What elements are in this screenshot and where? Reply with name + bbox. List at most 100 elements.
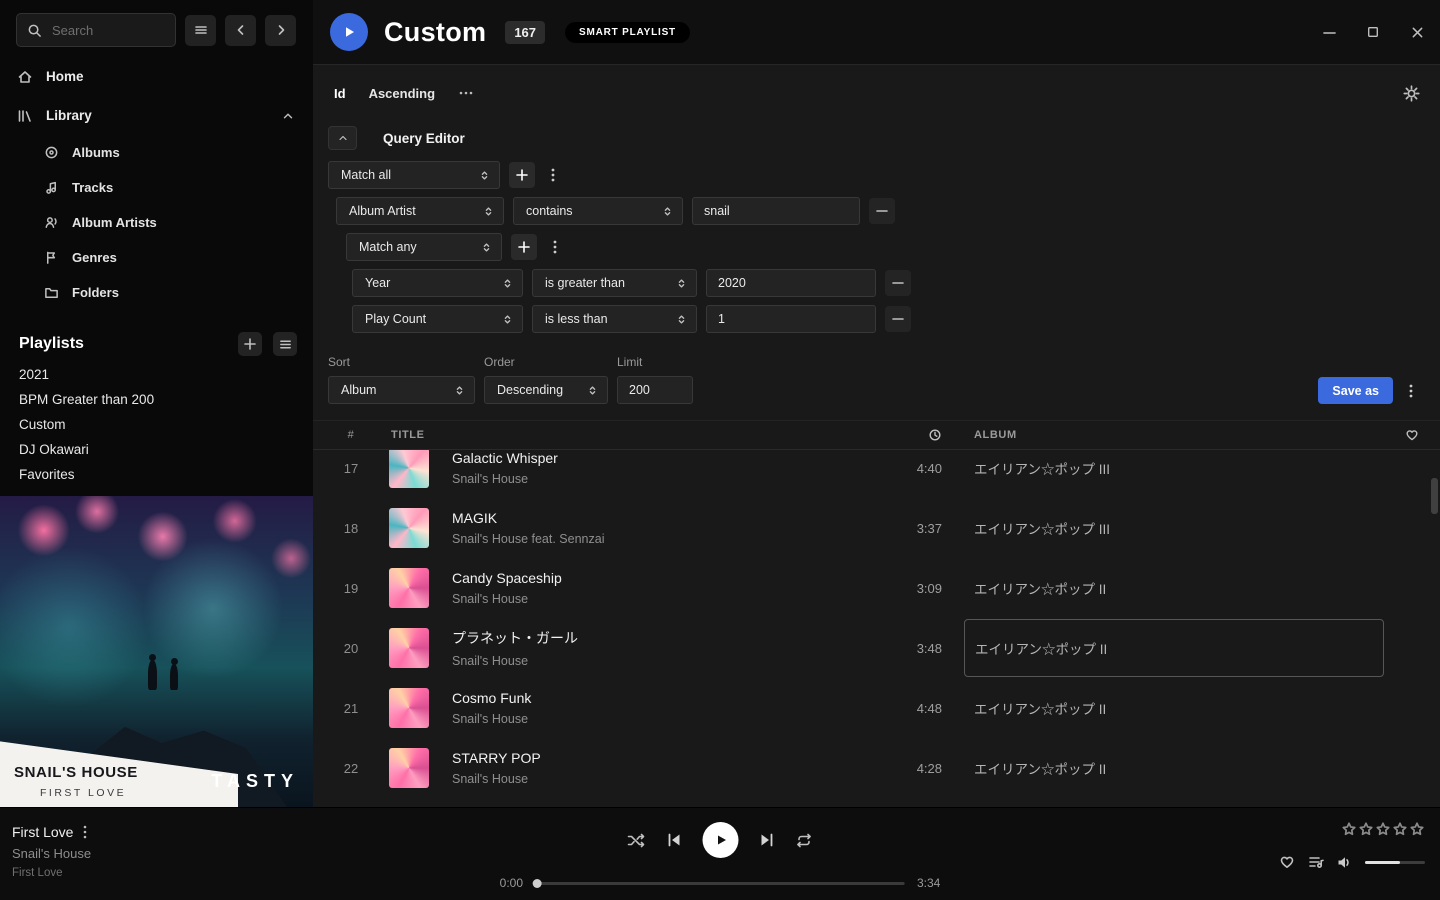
nav-forward-button[interactable] [265, 15, 296, 46]
table-row[interactable]: 22 STARRY POP Snail's House 4:28 エイリアン☆ポ… [329, 738, 1440, 798]
maximize-button[interactable] [1362, 21, 1384, 43]
unfold-icon [662, 204, 673, 219]
playlist-list-button[interactable] [273, 332, 297, 356]
search-box[interactable] [16, 13, 176, 47]
column-title[interactable]: TITLE [373, 429, 894, 441]
rule-field-select[interactable]: Album Artist [336, 197, 504, 225]
seek-handle[interactable] [533, 879, 542, 888]
play-playlist-button[interactable] [330, 13, 368, 51]
remove-rule-button[interactable] [869, 198, 895, 224]
playlist-item-dj-okawari[interactable]: DJ Okawari [0, 437, 313, 462]
menu-button[interactable] [185, 15, 216, 46]
limit-input[interactable] [617, 376, 693, 404]
repeat-icon[interactable] [796, 833, 813, 848]
sort-direction-button[interactable]: Ascending [369, 86, 435, 101]
match-any-select[interactable]: Match any [346, 233, 502, 261]
next-track-icon[interactable] [760, 833, 775, 847]
album-art-thumbnail [389, 508, 429, 548]
queue-icon[interactable] [1308, 854, 1324, 870]
sidebar-item-album-artists[interactable]: Album Artists [0, 205, 313, 240]
rule-value-input[interactable] [692, 197, 860, 225]
rule-value-input[interactable] [706, 269, 876, 297]
remove-rule-button[interactable] [885, 306, 911, 332]
column-like[interactable] [1384, 428, 1440, 442]
collapse-query-editor-button[interactable] [328, 126, 357, 150]
add-rule-button[interactable] [509, 162, 535, 188]
favorite-heart-icon[interactable] [1279, 854, 1295, 870]
search-input[interactable] [50, 22, 164, 39]
query-rule-row: Album Artist contains [336, 197, 1440, 225]
rule-operator-select[interactable]: is less than [532, 305, 697, 333]
star-icon[interactable] [1393, 822, 1407, 836]
remove-rule-button[interactable] [885, 270, 911, 296]
sort-select[interactable]: Album [328, 376, 475, 404]
search-icon [27, 23, 42, 38]
track-duration: 3:37 [894, 521, 964, 536]
kebab-icon [1409, 383, 1413, 399]
star-icon[interactable] [1342, 822, 1356, 836]
rule-operator-select[interactable]: is greater than [532, 269, 697, 297]
table-row[interactable]: 19 Candy Spaceship Snail's House 3:09 エイ… [329, 558, 1440, 618]
sidebar-item-tracks[interactable]: Tracks [0, 170, 313, 205]
playlist-item-favorites[interactable]: Favorites [0, 462, 313, 487]
volume-icon[interactable] [1337, 855, 1352, 870]
table-row[interactable]: 20 プラネット・ガール Snail's House 3:48 エイリアン☆ポッ… [329, 618, 1440, 678]
sidebar-item-albums[interactable]: Albums [0, 135, 313, 170]
save-menu-button[interactable] [1402, 378, 1420, 404]
table-row[interactable]: 17 Galactic Whisper Snail's House 4:40 エ… [329, 450, 1440, 498]
column-album[interactable]: ALBUM [964, 429, 1384, 441]
sidebar-item-genres[interactable]: Genres [0, 240, 313, 275]
play-pause-button[interactable] [703, 822, 739, 858]
rule-operator-select[interactable]: contains [513, 197, 683, 225]
star-icon[interactable] [1410, 822, 1424, 836]
order-label: Order [484, 355, 608, 369]
minimize-button[interactable] [1318, 21, 1340, 43]
playlists-title: Playlists [19, 335, 227, 353]
close-button[interactable] [1406, 21, 1428, 43]
add-playlist-button[interactable] [238, 332, 262, 356]
table-row[interactable]: 18 MAGIK Snail's House feat. Sennzai 3:3… [329, 498, 1440, 558]
rule-field-select[interactable]: Year [352, 269, 523, 297]
sidebar-item-label: Library [46, 108, 92, 123]
group-menu-button[interactable] [544, 162, 562, 188]
rule-field-select[interactable]: Play Count [352, 305, 523, 333]
nav-back-button[interactable] [225, 15, 256, 46]
star-icon[interactable] [1376, 822, 1390, 836]
player-bar: First Love Snail's House First Love [0, 807, 1440, 900]
track-duration: 4:40 [894, 461, 964, 476]
smart-playlist-badge: SMART PLAYLIST [565, 22, 690, 43]
chevron-right-icon [273, 22, 289, 38]
transport-controls [628, 822, 813, 858]
shuffle-icon[interactable] [628, 833, 646, 848]
track-menu-icon[interactable] [83, 825, 87, 839]
track-album-focused-cell[interactable]: エイリアン☆ポップ II [964, 619, 1384, 677]
table-row[interactable]: 21 Cosmo Funk Snail's House 4:48 エイリアン☆ポ… [329, 678, 1440, 738]
table-body: 17 Galactic Whisper Snail's House 4:40 エ… [313, 450, 1440, 802]
column-index[interactable]: # [329, 429, 373, 441]
sort-field-button[interactable]: Id [334, 86, 346, 101]
sidebar-item-folders[interactable]: Folders [0, 275, 313, 310]
add-subrule-button[interactable] [511, 234, 537, 260]
subgroup-menu-button[interactable] [546, 234, 564, 260]
column-duration[interactable] [894, 428, 964, 442]
track-artist: Snail's House [452, 654, 894, 668]
order-select[interactable]: Descending [484, 376, 608, 404]
playlist-item-custom[interactable]: Custom [0, 412, 313, 437]
artwork-label: TASTY [211, 771, 299, 792]
more-options-icon[interactable] [458, 85, 474, 101]
seek-bar[interactable] [535, 882, 905, 885]
previous-track-icon[interactable] [667, 833, 682, 847]
match-all-select[interactable]: Match all [328, 161, 500, 189]
collapse-library-icon[interactable] [281, 109, 295, 123]
track-album: エイリアン☆ポップ II [964, 678, 1384, 738]
star-icon[interactable] [1359, 822, 1373, 836]
sidebar-item-library[interactable]: Library [0, 96, 313, 135]
save-as-button[interactable]: Save as [1318, 377, 1393, 404]
playlist-item-bpm[interactable]: BPM Greater than 200 [0, 387, 313, 412]
rule-value-input[interactable] [706, 305, 876, 333]
scrollbar-thumb[interactable] [1431, 478, 1438, 514]
playlist-item-2021[interactable]: 2021 [0, 362, 313, 387]
volume-slider[interactable] [1365, 861, 1425, 864]
settings-gear-icon[interactable] [1403, 85, 1420, 102]
sidebar-item-home[interactable]: Home [0, 57, 313, 96]
